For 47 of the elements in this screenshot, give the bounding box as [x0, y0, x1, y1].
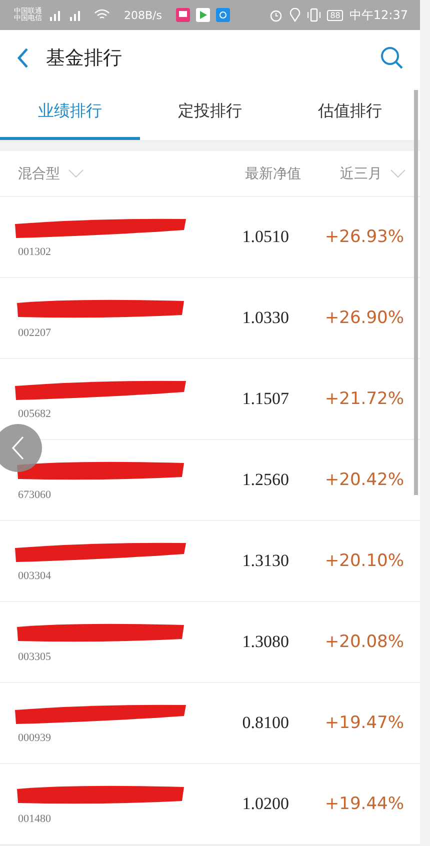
fund-code: 005682: [18, 408, 52, 420]
net-value: 0.8100: [241, 713, 290, 733]
period-filter[interactable]: 近三月: [301, 164, 406, 182]
fund-row[interactable]: 000939 0.8100 +19.47%: [0, 683, 420, 764]
network-speed: 208B/s: [124, 8, 162, 22]
search-icon: [380, 46, 404, 70]
change-percent: +26.90%: [324, 308, 404, 328]
change-percent: +19.44%: [324, 794, 404, 814]
clock-time: 中午12:37: [349, 6, 408, 24]
alarm-icon: [269, 8, 284, 22]
change-percent: +19.47%: [324, 713, 404, 733]
net-value: 1.3130: [241, 551, 290, 571]
fund-row[interactable]: 003304 1.3130 +20.10%: [0, 521, 420, 602]
net-value: 1.0330: [241, 308, 290, 328]
fund-code: 003305: [18, 651, 52, 663]
net-value: 1.0200: [241, 794, 290, 814]
wifi-icon: [94, 9, 110, 21]
chevron-left-icon: [10, 435, 26, 461]
column-header: 最新净值: [244, 164, 301, 182]
battery-level: 88: [327, 10, 344, 20]
fund-code: 002207: [18, 327, 52, 339]
vibrate-icon: [307, 8, 322, 22]
change-percent: +20.08%: [324, 632, 404, 652]
change-percent: +21.72%: [324, 389, 404, 409]
fund-code: 001480: [18, 813, 52, 825]
change-percent: +26.93%: [324, 227, 404, 247]
fund-row[interactable]: 001480 1.0200 +19.44%: [0, 764, 420, 845]
chevron-down-icon: [390, 169, 406, 178]
fund-row[interactable]: 002207 1.0330 +26.90%: [0, 278, 420, 359]
page-title: 基金排行: [46, 46, 123, 70]
net-value: 1.0510: [241, 227, 290, 247]
fund-row[interactable]: 003305 1.3080 +20.08%: [0, 602, 420, 683]
fund-code: 000939: [18, 732, 52, 744]
tab[interactable]: 定投排行: [140, 85, 280, 140]
change-percent: +20.42%: [324, 470, 404, 490]
change-percent: +20.10%: [324, 551, 404, 571]
tab[interactable]: 估值排行: [280, 85, 420, 140]
back-icon: [16, 46, 30, 68]
net-value: 1.2560: [241, 470, 290, 490]
location-icon: [289, 8, 302, 22]
fund-code: 001302: [18, 246, 52, 258]
fund-code: 673060: [18, 489, 52, 501]
net-value: 1.3080: [241, 632, 290, 652]
chevron-down-icon: [68, 169, 84, 178]
net-value: 1.1507: [241, 389, 290, 409]
category-filter[interactable]: 混合型: [18, 164, 201, 182]
fund-code: 003304: [18, 570, 52, 582]
